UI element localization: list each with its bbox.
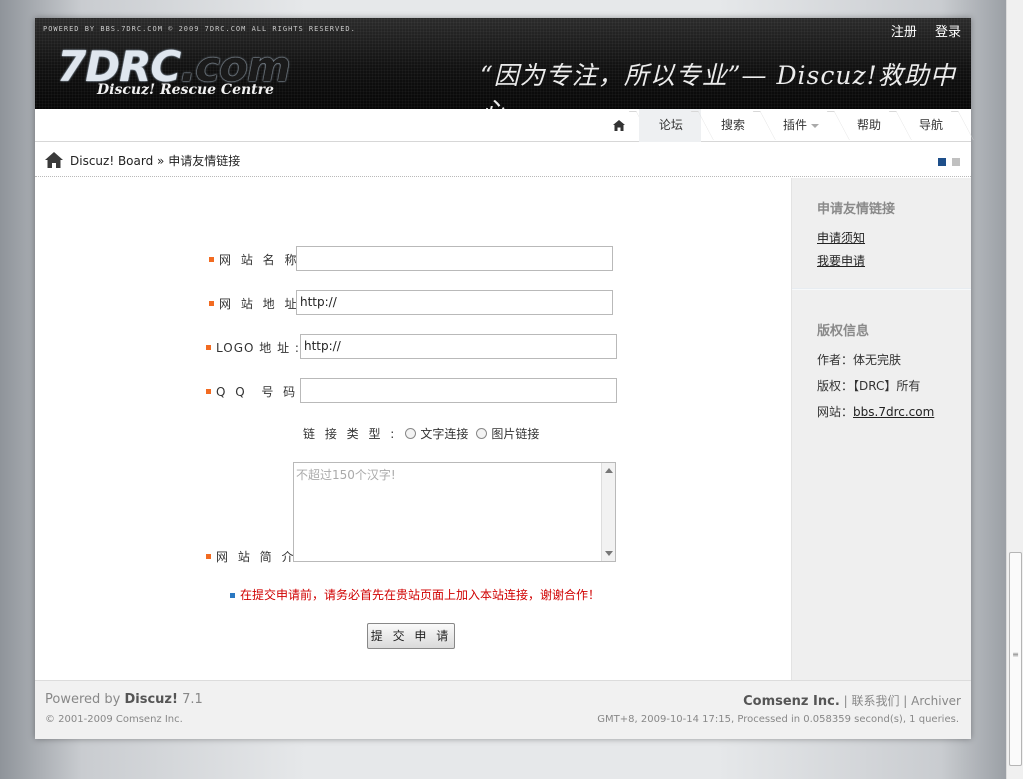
footer-sep: |	[903, 694, 912, 708]
bullet-icon	[206, 554, 211, 559]
nav-item-forum[interactable]: 论坛	[638, 109, 701, 142]
site-logo[interactable]: 7DRC.com Discuz! Rescue Centre	[57, 42, 297, 104]
footer-company-link[interactable]: Comsenz Inc.	[743, 694, 840, 709]
view-wide-icon[interactable]	[952, 158, 960, 166]
bullet-icon	[206, 345, 211, 350]
nav-home[interactable]	[603, 109, 639, 142]
sidebar-site-link[interactable]: bbs.7drc.com	[853, 405, 934, 419]
home-icon[interactable]	[45, 152, 63, 168]
site-header: POWERED BY BBS.7DRC.COM © 2009 7DRC.COM …	[35, 18, 971, 109]
sidebar-site-prefix: 网站：	[817, 405, 854, 419]
bullet-icon	[209, 257, 214, 262]
link-type-image-radio[interactable]	[476, 428, 488, 439]
qq-label-row: Q Q 号 码 :	[206, 383, 312, 400]
nav-item-label: 导航	[918, 118, 943, 132]
footer-copyright: © 2001-2009 Comsenz Inc.	[45, 714, 183, 725]
submit-button[interactable]: 提 交 申 请	[367, 623, 455, 649]
sidebar: 申请友情链接 申请须知 我要申请 版权信息 作者：体无完肤 版权：【DRC】所有…	[791, 178, 971, 680]
logo-url-label-row: LOGO 地 址 :	[206, 339, 300, 356]
qq-input[interactable]	[300, 378, 617, 403]
apply-link-form: 网 站 名 称 : 网 站 地 址 : http:// LOGO 地 址 : h…	[35, 178, 791, 680]
bullet-icon	[206, 389, 211, 394]
textarea-scrollbar[interactable]	[601, 463, 615, 561]
nav-item-label: 插件	[782, 118, 807, 132]
footer-powered-version: 7.1	[177, 692, 203, 707]
nav-item-label: 论坛	[658, 118, 683, 132]
notice-bullet-icon	[230, 593, 235, 598]
scroll-up-icon[interactable]	[605, 468, 613, 473]
scroll-down-icon[interactable]	[605, 551, 613, 556]
site-footer: Powered by Discuz! 7.1 © 2001-2009 Comse…	[35, 680, 971, 739]
header-powered-text: POWERED BY BBS.7DRC.COM © 2009 7DRC.COM …	[43, 25, 356, 33]
view-narrow-icon[interactable]	[938, 158, 946, 166]
header-slogan: “因为专注，所以专业”— Discuz!救助中心	[480, 61, 956, 109]
register-link[interactable]: 注册	[891, 25, 917, 40]
page-scrollbar[interactable]: ≡	[1006, 0, 1023, 779]
header-user-links: 注册 登录	[877, 21, 961, 40]
link-type-row: 链 接 类 型 : 文字连接 图片链接	[303, 425, 539, 442]
site-url-input[interactable]: http://	[296, 290, 613, 315]
notice-text: 在提交申请前，请务必首先在贵站页面上加入本站连接，谢谢合作！	[240, 588, 601, 602]
intro-textarea[interactable]: 不超过150个汉字!	[293, 462, 616, 562]
main-nav: 论坛 搜索 插件 帮助 导航	[35, 109, 971, 142]
sidebar-copyright-section: 版权信息 作者：体无完肤 版权：【DRC】所有 网站：bbs.7drc.com	[792, 300, 934, 429]
nav-item-navigation[interactable]: 导航	[899, 109, 961, 142]
sidebar-apply-title: 申请友情链接	[817, 202, 896, 217]
scrollbar-grip-icon: ≡	[1012, 650, 1019, 659]
view-toggle	[932, 155, 960, 169]
site-name-input[interactable]	[296, 246, 613, 271]
nav-item-search[interactable]: 搜索	[701, 109, 763, 142]
login-link[interactable]: 登录	[935, 25, 961, 40]
sidebar-divider	[792, 288, 971, 290]
link-type-text-radio[interactable]	[405, 428, 417, 439]
footer-links: Comsenz Inc. | 联系我们 | Archiver	[743, 692, 961, 709]
link-type-image-label[interactable]: 图片链接	[491, 425, 539, 442]
logo-url-label: LOGO 地 址 :	[216, 341, 300, 355]
intro-placeholder: 不超过150个汉字!	[296, 468, 396, 482]
footer-powered: Powered by Discuz! 7.1	[45, 692, 203, 707]
breadcrumb: Discuz! Board » 申请友情链接	[35, 142, 971, 177]
sidebar-copyright-title: 版权信息	[817, 324, 870, 339]
sidebar-author: 作者：体无完肤	[817, 353, 902, 367]
bullet-icon	[209, 301, 214, 306]
logo-subtitle: Discuz! Rescue Centre	[97, 82, 274, 98]
link-type-text-label[interactable]: 文字连接	[420, 425, 468, 442]
submit-notice: 在提交申请前，请务必首先在贵站页面上加入本站连接，谢谢合作！	[230, 586, 600, 603]
breadcrumb-separator: »	[153, 154, 169, 168]
page-container: POWERED BY BBS.7DRC.COM © 2009 7DRC.COM …	[35, 18, 971, 739]
qq-label: Q Q 号 码 :	[216, 385, 313, 399]
apply-notice-link[interactable]: 申请须知	[817, 229, 865, 246]
footer-archiver-link[interactable]: Archiver	[911, 694, 961, 708]
footer-powered-brand[interactable]: Discuz!	[124, 692, 177, 707]
footer-stats: GMT+8, 2009-10-14 17:15, Processed in 0.…	[597, 714, 959, 725]
nav-item-label: 帮助	[856, 118, 881, 132]
sidebar-rights: 版权：【DRC】所有	[817, 379, 921, 393]
scrollbar-thumb[interactable]: ≡	[1009, 552, 1022, 766]
breadcrumb-board-link[interactable]: Discuz! Board	[70, 154, 153, 168]
breadcrumb-text: Discuz! Board » 申请友情链接	[70, 152, 240, 169]
link-type-label: 链 接 类 型 :	[303, 427, 398, 441]
logo-url-input[interactable]: http://	[300, 334, 617, 359]
nav-item-label: 搜索	[720, 118, 745, 132]
sidebar-apply-section: 申请友情链接 申请须知 我要申请	[792, 178, 971, 269]
footer-contact-link[interactable]: 联系我们	[851, 694, 899, 708]
chevron-down-icon	[810, 123, 819, 128]
breadcrumb-current: 申请友情链接	[168, 154, 241, 168]
nav-item-plugins[interactable]: 插件	[763, 109, 837, 142]
home-icon	[612, 120, 625, 131]
nav-item-help[interactable]: 帮助	[837, 109, 899, 142]
footer-powered-prefix: Powered by	[45, 692, 125, 707]
sidebar-site: 网站：bbs.7drc.com	[817, 403, 934, 420]
apply-now-link[interactable]: 我要申请	[817, 252, 865, 269]
